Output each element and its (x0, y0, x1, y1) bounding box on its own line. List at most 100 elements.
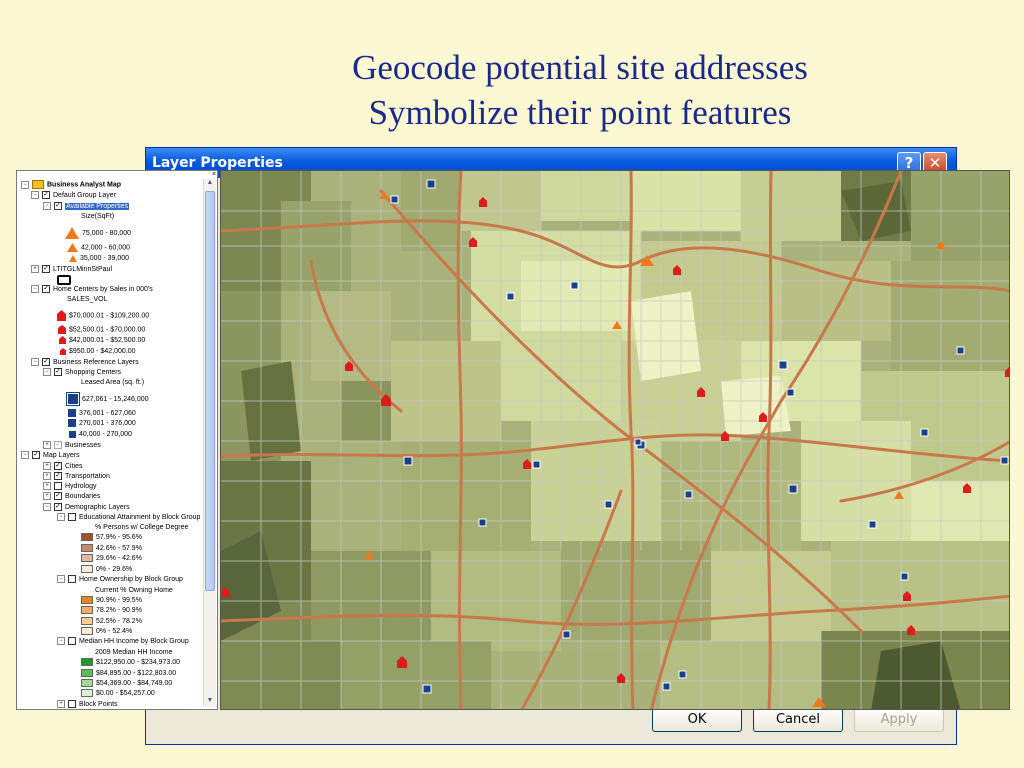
slide-title-line-2: Symbolize their point features (368, 93, 792, 132)
toc-item-education[interactable]: − Educational Attainment by Block Group (57, 513, 200, 523)
toc-item-available-properties[interactable]: − ✓ Available Properties (43, 202, 130, 212)
toc-item-ltitgl[interactable]: + ✓ LTITGLMinnStPaul (31, 265, 112, 275)
toc-item-business-reference[interactable]: − ✓ Business Reference Layers (31, 358, 139, 368)
scroll-up-icon[interactable]: ▲ (205, 179, 215, 189)
legend-label: 40,000 - 270,000 (79, 431, 132, 438)
legend-field-name: Size(SqFt) (81, 213, 115, 220)
toc-item-shopping-centers[interactable]: − ✓ Shopping Centers (43, 368, 121, 378)
layer-checkbox[interactable]: ✓ (42, 265, 50, 274)
collapse-icon[interactable]: − (57, 637, 65, 646)
toc-item-default-group[interactable]: − ✓ Default Group Layer (31, 191, 116, 201)
toc-close-icon[interactable]: × (212, 171, 216, 178)
collapse-icon[interactable]: − (21, 180, 29, 189)
shopping-center-marker (478, 518, 487, 527)
layer-checkbox[interactable] (68, 513, 76, 522)
layer-checkbox[interactable]: ✓ (42, 285, 50, 294)
shopping-center-marker (900, 572, 909, 581)
layer-checkbox[interactable]: ✓ (54, 202, 62, 211)
map-view[interactable] (220, 170, 1010, 710)
collapse-icon[interactable]: − (43, 503, 51, 512)
shopping-center-marker (920, 428, 929, 437)
color-swatch (81, 606, 93, 615)
legend-field-name: Leased Area (sq. ft.) (81, 379, 145, 386)
scroll-down-icon[interactable]: ▼ (205, 697, 215, 707)
toc-item-block-points[interactable]: + Block Points (57, 700, 118, 709)
color-swatch (81, 596, 93, 605)
toc-item-boundaries[interactable]: + ✓ Boundaries (43, 492, 100, 502)
expand-icon[interactable]: + (31, 265, 39, 274)
legend-class: $122,950.00 - $234,973.00 (81, 658, 180, 668)
toc-item-cities[interactable]: + ✓ Cities (43, 462, 83, 472)
expand-icon[interactable]: + (43, 441, 51, 450)
cancel-button[interactable]: Cancel (753, 707, 843, 732)
legend-class: $70,000.01 - $109,200.00 (57, 310, 149, 321)
toc-item-home-ownership[interactable]: − Home Ownership by Block Group (57, 575, 183, 585)
layer-checkbox[interactable]: ✓ (54, 441, 62, 450)
toc-scrollbar[interactable]: ▲ ▼ (203, 179, 216, 707)
toc-item-map-layers[interactable]: − ✓ Map Layers (21, 451, 80, 461)
legend-label: $122,950.00 - $234,973.00 (96, 659, 181, 666)
collapse-icon[interactable]: − (57, 513, 65, 522)
expand-icon[interactable]: + (43, 462, 51, 471)
legend-class: $52,500.01 - $70,000.00 (58, 325, 145, 335)
layer-checkbox[interactable]: ✓ (54, 368, 62, 377)
layer-checkbox[interactable] (68, 700, 76, 709)
legend-label: 270,001 - 376,000 (79, 420, 136, 427)
legend-label: 0% - 52.4% (96, 628, 133, 635)
collapse-icon[interactable]: − (43, 368, 51, 377)
scroll-thumb[interactable] (205, 191, 215, 591)
toc-item-transportation[interactable]: + ✓ Transportation (43, 472, 110, 482)
toc-label: Business Analyst Map (47, 181, 122, 189)
layer-checkbox[interactable]: ✓ (54, 492, 62, 501)
expand-icon[interactable]: + (43, 472, 51, 481)
toc-label: Available Properties (65, 203, 130, 210)
collapse-icon[interactable]: − (31, 358, 39, 367)
layer-checkbox[interactable] (68, 637, 76, 646)
collapse-icon[interactable]: − (57, 575, 65, 584)
color-swatch (81, 533, 93, 542)
color-swatch (81, 679, 93, 688)
map-canvas[interactable] (221, 171, 1010, 710)
toc-item-demographic-layers[interactable]: − ✓ Demographic Layers (43, 503, 130, 513)
expand-icon[interactable]: + (43, 482, 51, 491)
color-swatch (81, 627, 93, 636)
expand-icon[interactable]: + (57, 700, 65, 709)
legend-class: 0% - 29.6% (81, 565, 132, 575)
shopping-center-marker (786, 388, 795, 397)
toc-label: Shopping Centers (65, 369, 122, 376)
color-swatch (81, 658, 93, 667)
legend-label: 78.2% - 90.9% (96, 607, 142, 614)
toc-label: LTITGLMinnStPaul (53, 266, 113, 273)
legend-class: $42,000.01 - $52,500.00 (59, 336, 145, 346)
layer-checkbox[interactable]: ✓ (32, 451, 40, 460)
layer-checkbox[interactable]: ✓ (54, 472, 62, 481)
legend-class: 90.9% - 99.5% (81, 596, 142, 606)
toc-label: Educational Attainment by Block Group (79, 514, 201, 521)
legend-class: $950.00 - $42,000.00 (60, 347, 136, 357)
toc-item-home-centers[interactable]: − ✓ Home Centers by Sales in 000's (31, 285, 153, 295)
expand-icon[interactable]: + (43, 492, 51, 501)
toc-item-median-income[interactable]: − Median HH Income by Block Group (57, 637, 189, 647)
apply-button[interactable]: Apply (854, 707, 944, 732)
collapse-icon[interactable]: − (43, 202, 51, 211)
layer-checkbox[interactable] (54, 482, 62, 491)
layer-checkbox[interactable]: ✓ (54, 503, 62, 512)
toc-item-hydrology[interactable]: + Hydrology (43, 482, 97, 492)
shopping-center-marker (506, 292, 515, 301)
toc-label: Cities (65, 463, 83, 470)
layer-checkbox[interactable] (68, 575, 76, 584)
color-swatch (81, 669, 93, 678)
collapse-icon[interactable]: − (31, 285, 39, 294)
shopping-center-marker (634, 438, 642, 446)
legend-class (57, 275, 74, 285)
ok-button[interactable]: OK (652, 707, 742, 732)
layer-checkbox[interactable]: ✓ (42, 358, 50, 367)
toc-item-businesses[interactable]: + ✓ Businesses (43, 441, 101, 451)
legend-label: 29.6% - 42.6% (96, 555, 142, 562)
collapse-icon[interactable]: − (21, 451, 29, 460)
layer-checkbox[interactable]: ✓ (42, 191, 50, 200)
collapse-icon[interactable]: − (31, 191, 39, 200)
layer-checkbox[interactable]: ✓ (54, 462, 62, 471)
toc-item-root[interactable]: − Business Analyst Map (21, 180, 121, 190)
shopping-center-marker (532, 460, 541, 469)
